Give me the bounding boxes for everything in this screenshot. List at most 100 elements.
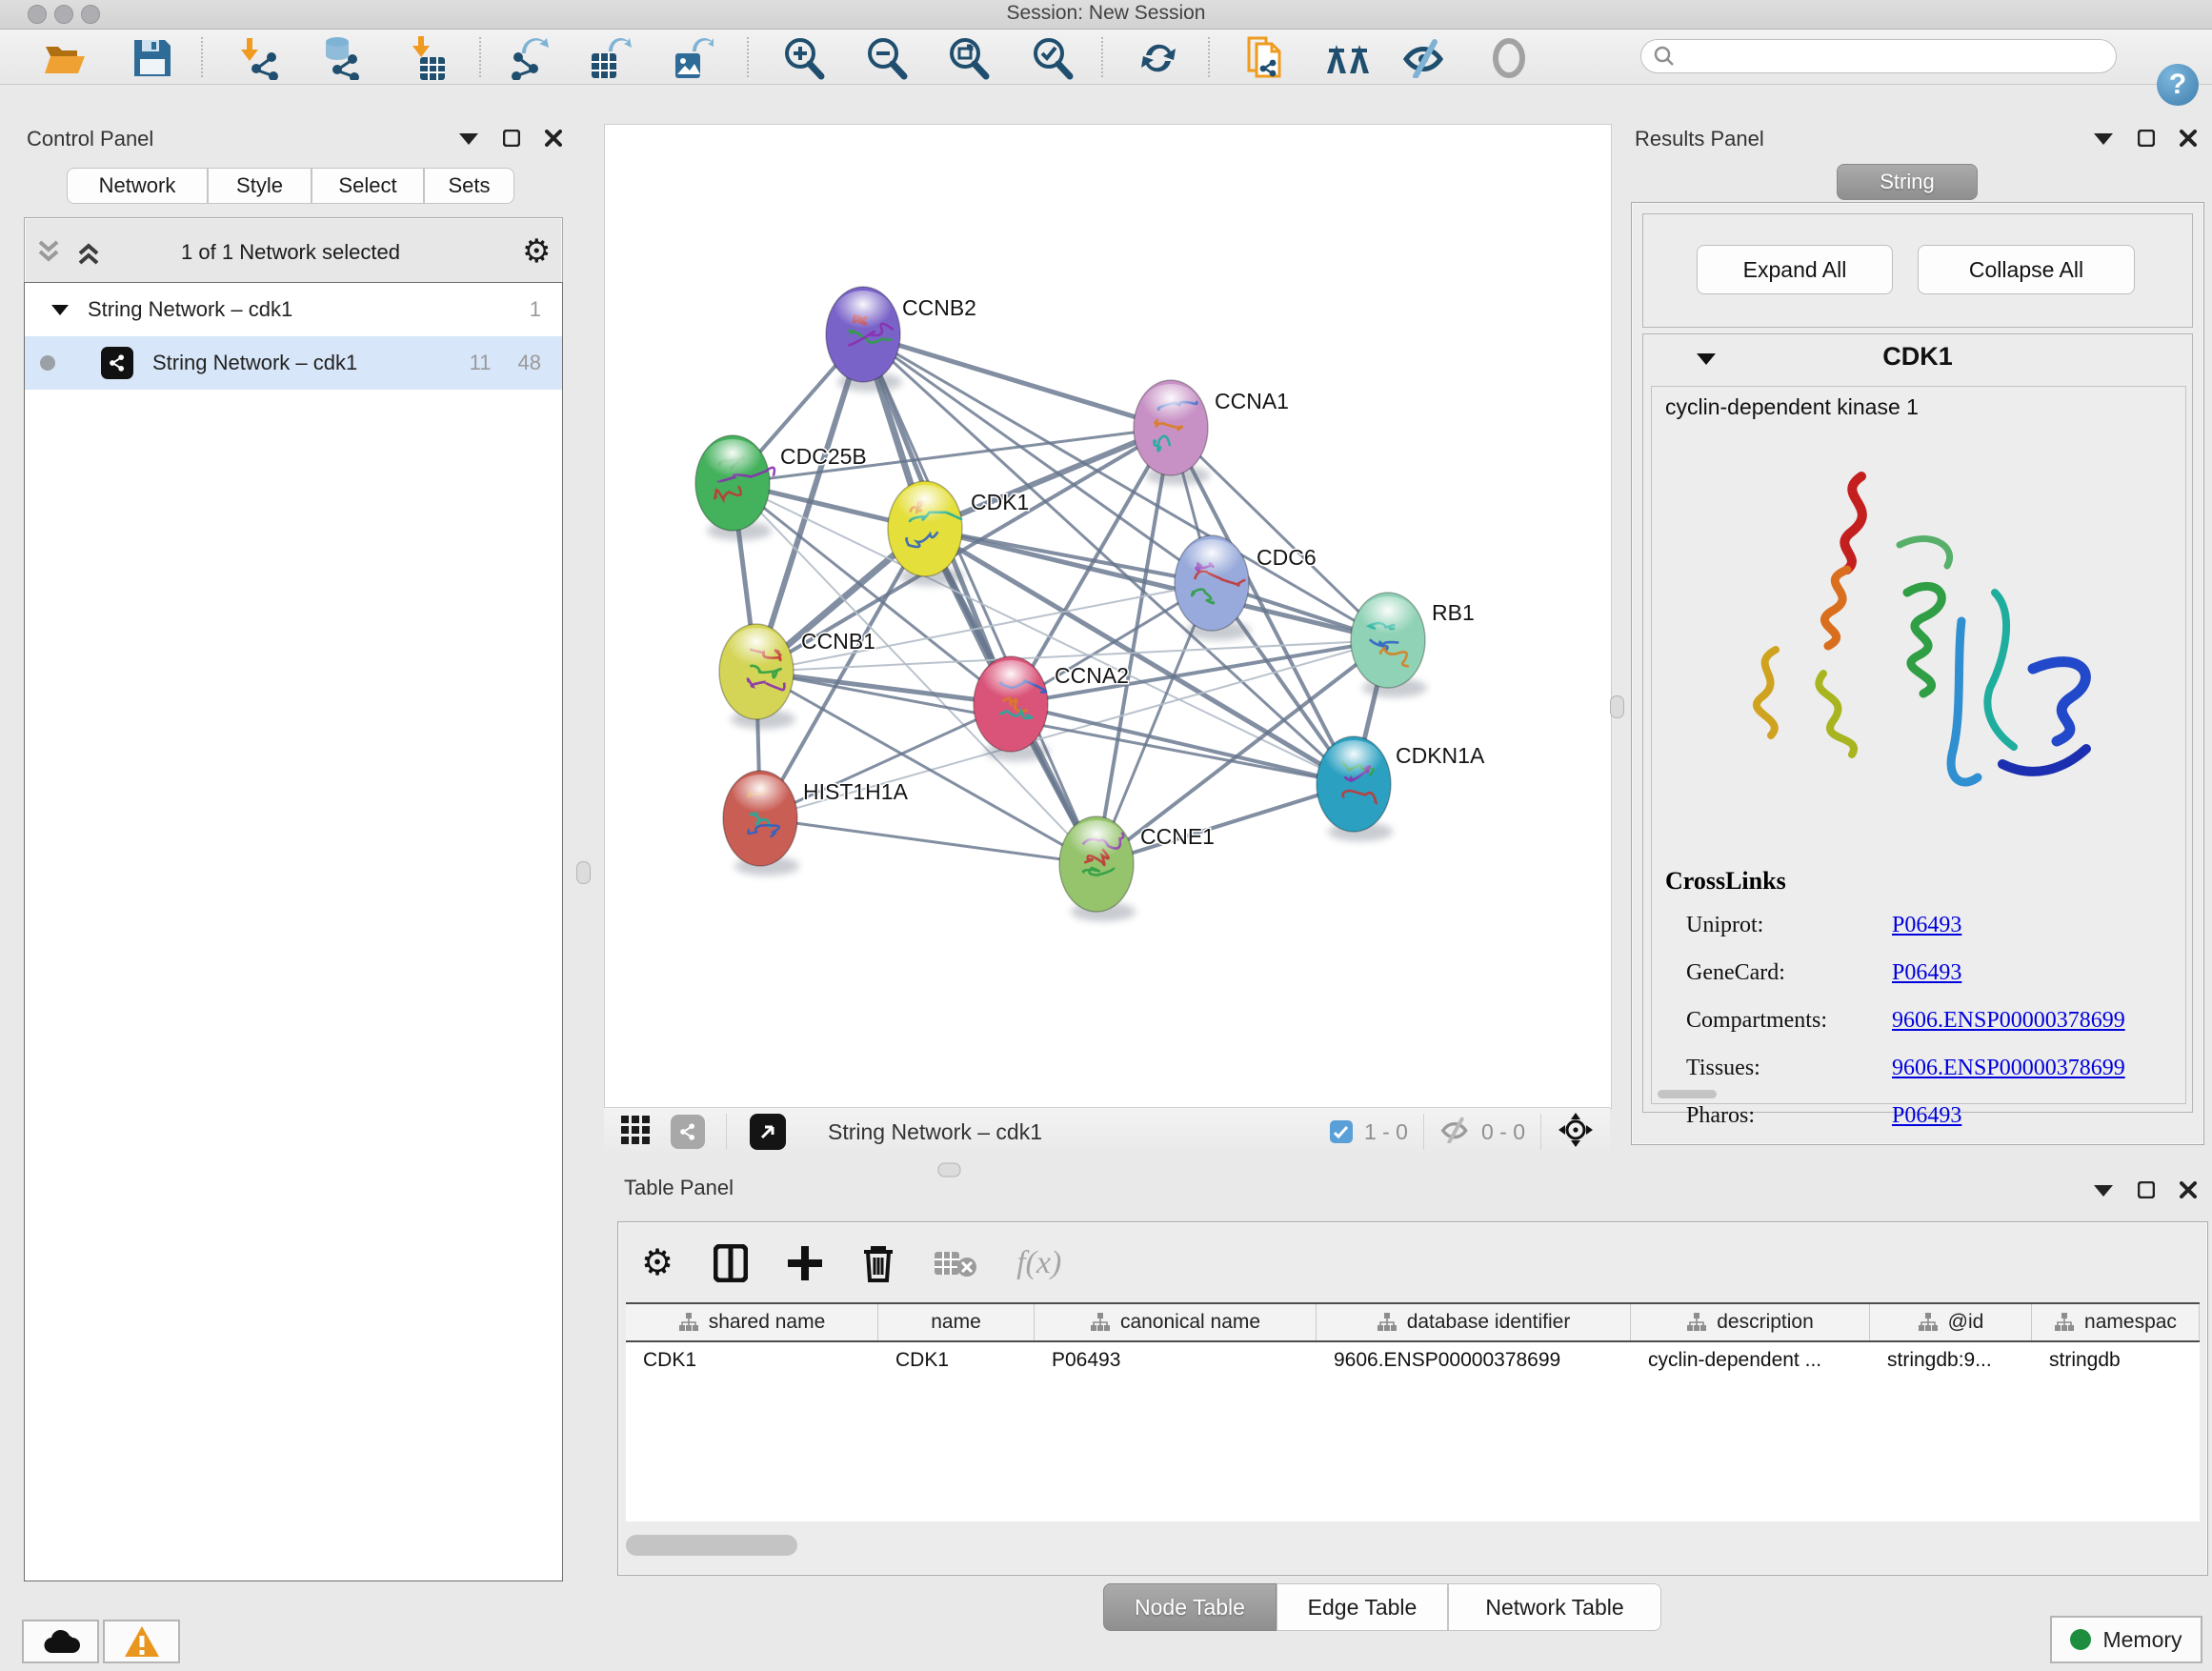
network-node-ccna2[interactable]: CCNA2 <box>974 656 1129 761</box>
table-row[interactable]: CDK1CDK1P064939606.ENSP00000378699cyclin… <box>626 1342 2200 1377</box>
column-header-canonical-name[interactable]: canonical name <box>1035 1304 1317 1340</box>
tab-network[interactable]: Network <box>67 168 208 204</box>
crosslink-value-link[interactable]: 9606.ENSP00000378699 <box>1892 1008 2125 1034</box>
float-panel-icon[interactable] <box>2094 1183 2113 1197</box>
show-all-button[interactable] <box>1482 37 1536 79</box>
network-edge[interactable] <box>1096 784 1354 864</box>
tab-style[interactable]: Style <box>208 168 312 204</box>
table-cell[interactable]: stringdb:9... <box>1870 1342 2032 1377</box>
network-options-gear-icon[interactable]: ⚙ <box>522 232 551 271</box>
tab-sets[interactable]: Sets <box>424 168 514 204</box>
network-edge[interactable] <box>863 334 1171 428</box>
close-panel-icon[interactable] <box>2180 1181 2197 1198</box>
export-table-button[interactable] <box>583 37 636 79</box>
crosslink-value-link[interactable]: 9606.ENSP00000378699 <box>1892 1056 2125 1081</box>
table-options-gear-icon[interactable]: ⚙ <box>641 1241 674 1284</box>
float-panel-icon[interactable] <box>2094 131 2113 145</box>
network-edge[interactable] <box>925 529 1388 640</box>
expand-all-networks-button[interactable] <box>74 238 103 272</box>
export-image-button[interactable] <box>665 37 718 79</box>
zoom-selected-button[interactable] <box>1025 37 1078 79</box>
left-splitter-handle[interactable] <box>576 861 591 884</box>
network-row-selected[interactable]: String Network – cdk1 11 48 <box>25 336 562 390</box>
help-button[interactable]: ? <box>2157 64 2199 106</box>
hide-selected-button[interactable] <box>1398 37 1452 79</box>
table-cell[interactable]: P06493 <box>1035 1342 1317 1377</box>
crosslink-value-link[interactable]: P06493 <box>1892 960 1961 986</box>
zoom-out-button[interactable] <box>859 37 913 79</box>
maximize-panel-icon[interactable] <box>2138 1181 2155 1198</box>
tree-expand-icon[interactable] <box>51 304 69 316</box>
network-view-share-button[interactable] <box>671 1115 705 1149</box>
zoom-in-icon <box>781 36 825 80</box>
column-header-shared-name[interactable]: shared name <box>626 1304 878 1340</box>
collapse-all-networks-button[interactable] <box>34 238 63 272</box>
network-graph[interactable]: CCNB2CCNA1CDC25BCDK1CDC6RB1CCNB1CCNA2CDK… <box>605 125 1611 1108</box>
network-edge[interactable] <box>756 672 1011 704</box>
tab-network-table[interactable]: Network Table <box>1448 1583 1661 1631</box>
close-panel-icon[interactable] <box>545 130 562 147</box>
right-splitter-handle[interactable] <box>1610 695 1624 718</box>
network-node-cdc6[interactable]: CDC6 <box>1175 535 1317 640</box>
column-header-database-identifier[interactable]: database identifier <box>1317 1304 1631 1340</box>
float-panel-icon[interactable] <box>459 131 478 145</box>
warning-status-button[interactable] <box>103 1620 180 1663</box>
network-edge[interactable] <box>760 818 1096 864</box>
import-network-database-button[interactable] <box>312 37 365 79</box>
table-hscroll-thumb[interactable] <box>626 1535 797 1556</box>
add-column-icon[interactable] <box>788 1246 822 1280</box>
export-network-button[interactable] <box>502 37 555 79</box>
cloud-status-button[interactable] <box>22 1620 99 1663</box>
open-session-button[interactable] <box>38 37 91 79</box>
network-canvas[interactable]: CCNB2CCNA1CDC25BCDK1CDC6RB1CCNB1CCNA2CDK… <box>604 124 1612 1109</box>
tab-select[interactable]: Select <box>312 168 424 204</box>
horizontal-splitter-handle[interactable] <box>938 1163 961 1178</box>
column-header--id[interactable]: @id <box>1870 1304 2032 1340</box>
clone-network-button[interactable] <box>1238 37 1292 79</box>
crosslink-value-link[interactable]: P06493 <box>1892 1103 1961 1129</box>
table-cell[interactable]: stringdb <box>2032 1342 2200 1377</box>
delete-column-icon[interactable] <box>862 1244 895 1282</box>
delete-table-icon[interactable] <box>935 1248 976 1278</box>
save-session-button[interactable] <box>126 37 179 79</box>
close-panel-icon[interactable] <box>2180 130 2197 147</box>
import-table-file-button[interactable] <box>400 37 453 79</box>
table-cell[interactable]: 9606.ENSP00000378699 <box>1317 1342 1631 1377</box>
column-header-namespac[interactable]: namespac <box>2032 1304 2200 1340</box>
gene-card-hscroll-thumb[interactable] <box>1658 1090 1717 1098</box>
network-node-cdc25b[interactable]: CDC25B <box>695 435 867 540</box>
collapse-all-button[interactable]: Collapse All <box>1918 245 2135 294</box>
selected-checkbox-icon[interactable] <box>1330 1120 1353 1143</box>
export-network-icon <box>507 36 551 80</box>
birdseye-toggle-button[interactable] <box>1558 1113 1593 1152</box>
maximize-panel-icon[interactable] <box>503 130 520 147</box>
refresh-button[interactable] <box>1132 37 1185 79</box>
network-node-cdkn1a[interactable]: CDKN1A <box>1317 736 1485 841</box>
network-node-ccnb2[interactable]: CCNB2 <box>826 287 976 392</box>
network-node-hist1h1a[interactable]: HIST1H1A <box>723 771 909 876</box>
search-input[interactable] <box>1676 45 2099 69</box>
memory-button[interactable]: Memory <box>2050 1616 2202 1663</box>
detach-view-button[interactable] <box>750 1114 786 1150</box>
tab-string[interactable]: String <box>1837 164 1978 200</box>
network-edge[interactable] <box>1011 704 1354 784</box>
crosslink-value-link[interactable]: P06493 <box>1892 913 1961 938</box>
column-header-description[interactable]: description <box>1631 1304 1870 1340</box>
table-cell[interactable]: CDK1 <box>626 1342 878 1377</box>
network-node-rb1[interactable]: RB1 <box>1351 593 1475 697</box>
zoom-in-button[interactable] <box>776 37 830 79</box>
first-neighbors-button[interactable] <box>1322 37 1376 79</box>
table-cell[interactable]: cyclin-dependent ... <box>1631 1342 1870 1377</box>
column-header-name[interactable]: name <box>878 1304 1035 1340</box>
zoom-fit-button[interactable] <box>941 37 995 79</box>
grid-view-button[interactable] <box>621 1116 650 1149</box>
import-network-file-button[interactable] <box>231 37 284 79</box>
table-cell[interactable]: CDK1 <box>878 1342 1035 1377</box>
show-column-icon[interactable] <box>714 1244 748 1282</box>
tab-node-table[interactable]: Node Table <box>1103 1583 1277 1631</box>
expand-all-button[interactable]: Expand All <box>1697 245 1893 294</box>
maximize-panel-icon[interactable] <box>2138 130 2155 147</box>
tab-edge-table[interactable]: Edge Table <box>1277 1583 1448 1631</box>
function-builder-icon[interactable]: f(x) <box>1016 1245 1061 1281</box>
network-collection-row[interactable]: String Network – cdk1 1 <box>25 283 562 336</box>
